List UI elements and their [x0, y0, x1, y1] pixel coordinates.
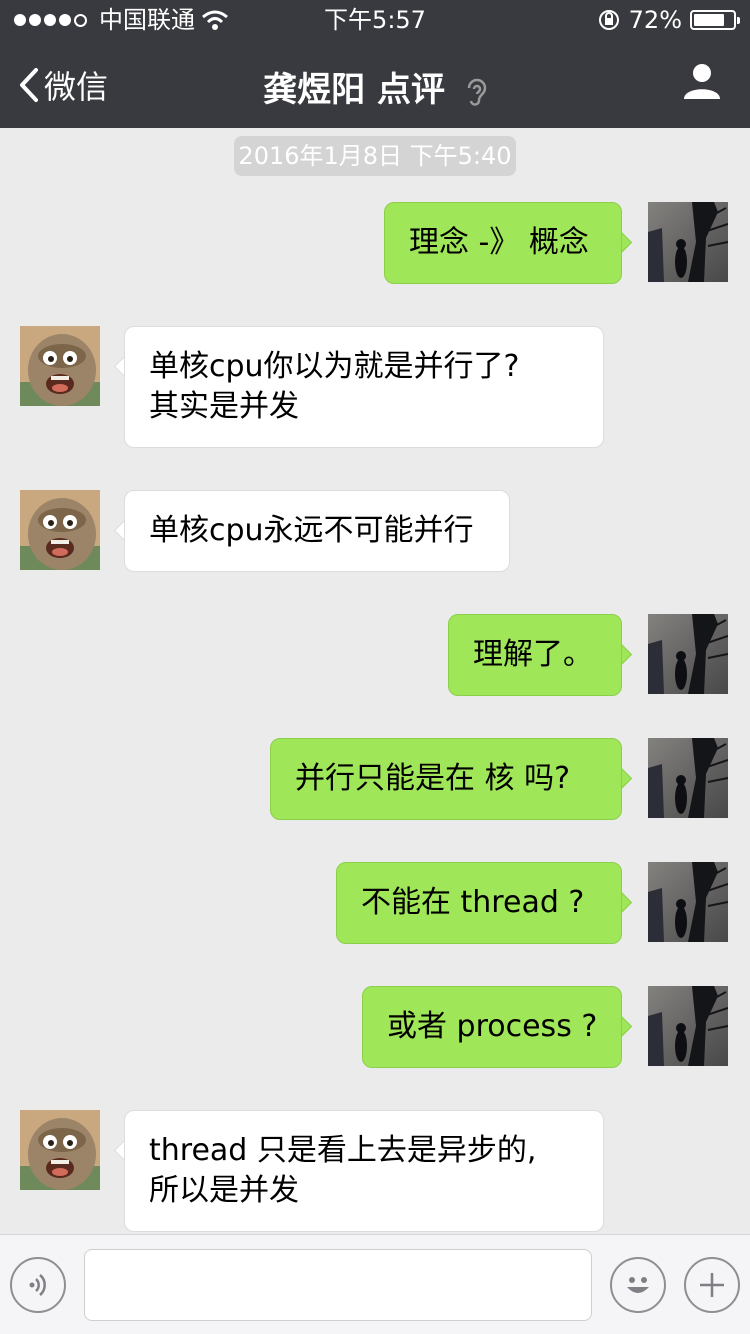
message-text-line: 其实是并发: [149, 389, 299, 424]
message-bubble[interactable]: 理念 -》 概念: [384, 202, 622, 284]
contact-avatar[interactable]: [20, 1110, 100, 1190]
emoji-button[interactable]: [610, 1257, 666, 1313]
message-bubble[interactable]: 或者 process ?: [362, 986, 622, 1068]
message-text-line: 单核cpu你以为就是并行了?: [149, 349, 520, 384]
message-text-line: 或者 process ?: [387, 1009, 598, 1044]
contact-avatar[interactable]: [20, 490, 100, 570]
battery-icon: [690, 10, 740, 30]
message-bubble[interactable]: 单核cpu你以为就是并行了? 其实是并发: [124, 326, 604, 448]
my-avatar[interactable]: [648, 201, 729, 282]
chat-title-text: 龚煜阳 点评: [263, 70, 445, 110]
message-text-line: 并行只能是在 核 吗?: [295, 761, 570, 796]
voice-button[interactable]: [10, 1257, 66, 1313]
my-avatar[interactable]: [648, 737, 729, 818]
my-avatar[interactable]: [648, 613, 729, 694]
emoji-icon: [627, 1277, 649, 1293]
message-text-line: thread 只是看上去是异步的,: [149, 1133, 537, 1168]
contact-avatar[interactable]: [20, 326, 100, 406]
my-avatar[interactable]: [648, 861, 729, 942]
ear-icon: [467, 78, 487, 106]
message-text-line: 单核cpu永远不可能并行: [149, 513, 474, 548]
profile-button[interactable]: [682, 62, 722, 104]
nav-bar: 微信 龚煜阳 点评: [0, 40, 750, 128]
chat-title: 龚煜阳 点评: [0, 62, 750, 111]
plus-icon: [700, 1273, 724, 1297]
message-bubble[interactable]: 单核cpu永远不可能并行: [124, 490, 510, 572]
voice-icon: [29, 1274, 46, 1296]
message-text-line: 理念 -》 概念: [409, 225, 589, 260]
message-bubble[interactable]: 不能在 thread ?: [336, 862, 622, 944]
status-right: 72%: [597, 0, 740, 40]
input-bar: [0, 1234, 750, 1334]
plus-button[interactable]: [684, 1257, 740, 1313]
rotation-lock-icon: [598, 10, 619, 30]
message-bubble[interactable]: 并行只能是在 核 吗?: [270, 738, 622, 820]
message-bubble[interactable]: 理解了。: [448, 614, 622, 696]
top-bar: 中国联通 下午5:57 72% 微信 龚煜阳 点评: [0, 0, 750, 128]
message-input[interactable]: [84, 1249, 592, 1321]
chat-area[interactable]: 2016年1月8日 下午5:40 理念 -》 概念单核cpu你以为就是并行了? 其…: [0, 128, 750, 1234]
timestamp: 2016年1月8日 下午5:40: [234, 136, 516, 176]
message-text-line: 不能在 thread ?: [361, 885, 585, 920]
status-bar: 中国联通 下午5:57 72%: [0, 0, 750, 40]
message-bubble[interactable]: thread 只是看上去是异步的, 所以是并发: [124, 1110, 604, 1232]
battery-percent: 72%: [628, 6, 682, 34]
message-text-line: 所以是并发: [149, 1173, 299, 1208]
message-text-line: 理解了。: [473, 637, 593, 672]
person-icon: [684, 64, 720, 99]
my-avatar[interactable]: [648, 985, 729, 1066]
